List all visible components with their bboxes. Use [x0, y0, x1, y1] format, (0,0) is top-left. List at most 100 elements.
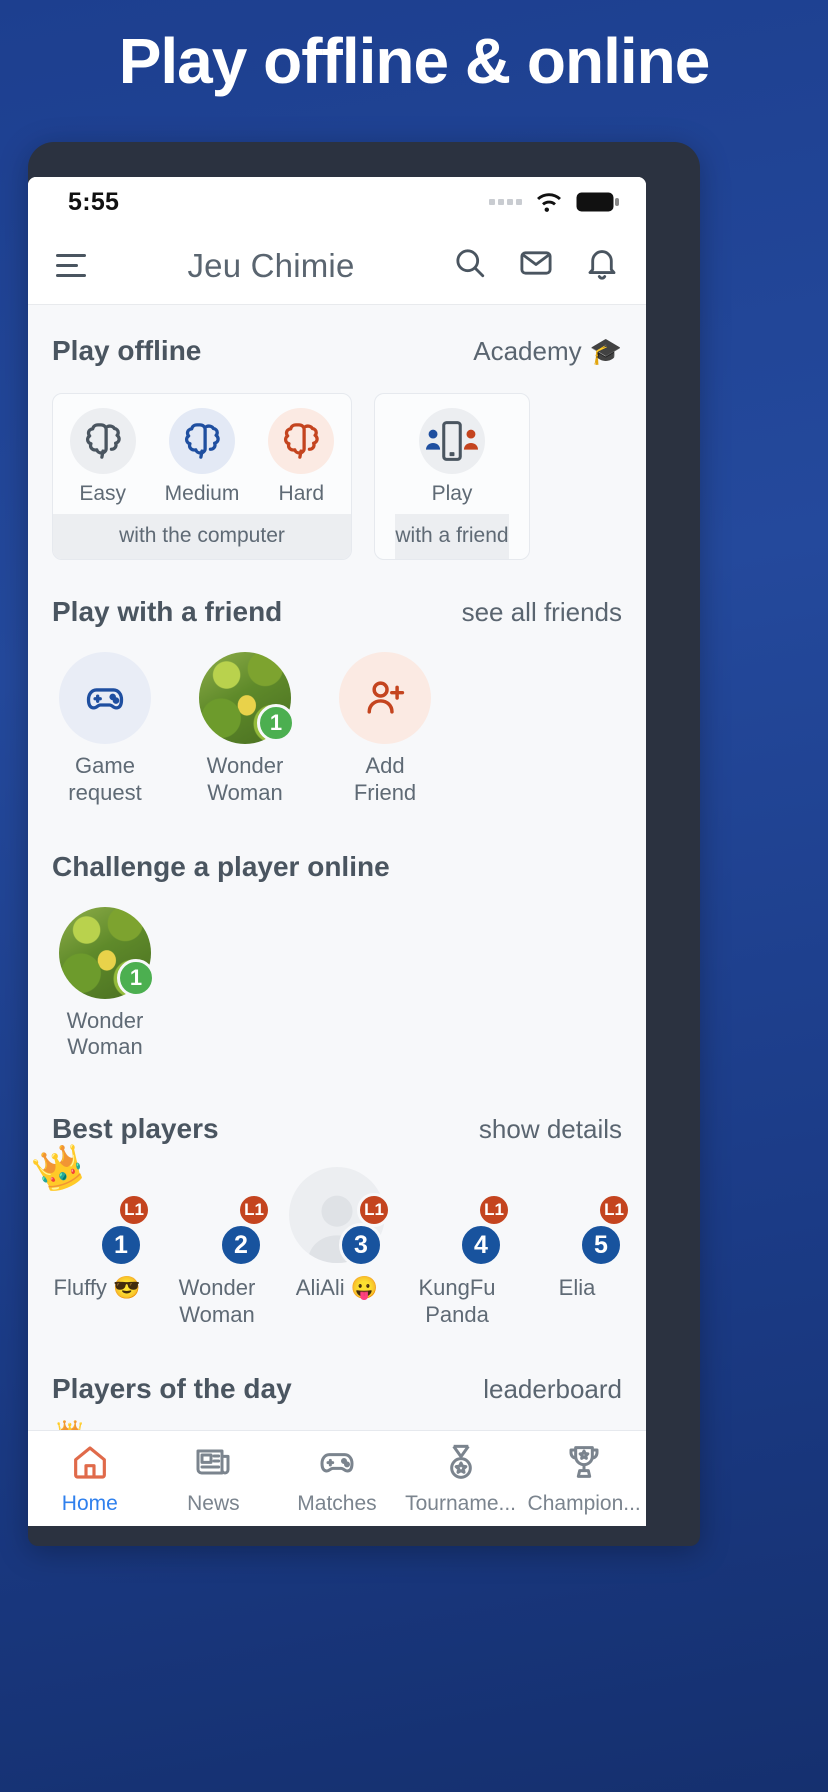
avatar: L1 4: [409, 1167, 511, 1268]
avatar: 1: [199, 652, 295, 744]
play-offline-title: Play offline: [52, 335, 202, 366]
best-player-5[interactable]: L1 5 Elia: [526, 1167, 631, 1329]
best-player-name-line1: KungFu: [418, 1275, 496, 1301]
difficulty-easy[interactable]: Easy: [53, 408, 152, 506]
nav-item-tournaments[interactable]: Tourname...: [399, 1442, 523, 1516]
difficulty-easy-label: Easy: [79, 482, 126, 505]
difficulty-medium-label: Medium: [164, 482, 240, 505]
leaderboard-link[interactable]: leaderboard: [483, 1374, 622, 1405]
nav-item-championships[interactable]: Champion...: [522, 1442, 646, 1516]
promo-headline: Play offline & online: [118, 25, 711, 97]
friend-name-line2: Friend: [353, 779, 417, 805]
app-bar-actions: [452, 245, 620, 286]
graduation-cap-icon: 🎓: [589, 336, 622, 366]
friend-name-line1: Add: [365, 753, 405, 778]
friend-option: Play: [419, 394, 485, 514]
rank-badge: 1: [99, 1223, 143, 1268]
phone-screen: 5:55 Jeu Chimie Play offline Academy 🎓 E…: [28, 177, 646, 1526]
friend-name-line1: Game: [75, 753, 135, 778]
level-badge: L1: [357, 1193, 391, 1228]
brain-icon: [168, 408, 235, 474]
gamepad-icon: [59, 652, 151, 744]
nav-label-championships: Champion...: [527, 1491, 641, 1515]
best-player-name: Elia: [558, 1275, 596, 1301]
best-player-name-line2: Panda: [425, 1302, 489, 1328]
friend-name-line1: Wonder: [206, 753, 284, 778]
wifi-icon: [534, 191, 564, 213]
best-player-name: AliAli 😛: [295, 1275, 379, 1301]
play-with-friend-card[interactable]: Play with a friend: [374, 393, 530, 560]
play-with-friend-title: Play with a friend: [52, 596, 283, 627]
status-time: 5:55: [68, 187, 120, 216]
two-players-phone-icon: [419, 408, 485, 474]
avatar: L1 3: [289, 1167, 391, 1268]
friend-name: Add Friend: [354, 753, 416, 807]
rank-badge: 4: [459, 1223, 503, 1268]
play-with-computer-card[interactable]: Easy Medium Hard with the computer: [52, 393, 352, 560]
nav-label-news: News: [187, 1491, 240, 1515]
players-of-the-day-header: Players of the day leaderboard: [28, 1373, 646, 1405]
nav-item-matches[interactable]: Matches: [275, 1442, 399, 1516]
mail-icon[interactable]: [518, 245, 554, 286]
academy-label: Academy: [473, 336, 582, 366]
bell-icon[interactable]: [584, 245, 620, 286]
best-player-1[interactable]: 👑 L1 1 Fluffy 😎: [29, 1140, 151, 1329]
friend-add-friend[interactable]: Add Friend: [332, 652, 438, 807]
nav-label-matches: Matches: [297, 1491, 377, 1515]
best-player-4[interactable]: L1 4 KungFu Panda: [406, 1167, 511, 1329]
play-label: Play: [431, 482, 473, 505]
app-bar: Jeu Chimie: [28, 227, 646, 305]
best-player-2[interactable]: L1 2 Wonder Woman: [166, 1167, 271, 1329]
best-player-name-line2: Woman: [179, 1302, 255, 1328]
play-with-friend-option[interactable]: Play: [419, 408, 485, 506]
level-badge: L1: [597, 1193, 631, 1228]
online-badge: 1: [117, 958, 155, 997]
see-all-friends-link[interactable]: see all friends: [462, 597, 622, 628]
challenge-online-header: Challenge a player online: [28, 851, 646, 883]
nav-item-news[interactable]: News: [152, 1442, 276, 1516]
best-player-name: Fluffy 😎: [53, 1275, 141, 1301]
rank-badge: 2: [219, 1223, 263, 1268]
difficulty-medium[interactable]: Medium: [152, 408, 251, 506]
avatar: L1 2: [169, 1167, 271, 1268]
signal-dots-icon: [489, 199, 522, 205]
best-players-header: Best players show details: [28, 1113, 646, 1145]
difficulty-hard[interactable]: Hard: [252, 408, 351, 506]
status-indicators: [489, 191, 620, 213]
medal-icon: [441, 1442, 481, 1487]
news-icon: [193, 1442, 233, 1487]
gamepad-icon: [317, 1442, 357, 1487]
avatar: L1 5: [529, 1167, 631, 1268]
friend-name: Wonder Woman: [207, 753, 284, 807]
friend-game-request[interactable]: Game request: [52, 652, 158, 807]
level-badge: L1: [477, 1193, 511, 1228]
best-player-3[interactable]: L1 3 AliAli 😛: [286, 1167, 391, 1329]
academy-link[interactable]: Academy 🎓: [473, 336, 622, 367]
main-content[interactable]: Play offline Academy 🎓 Easy Medium Hard …: [28, 305, 646, 1430]
brain-icon: [268, 408, 335, 474]
best-player-name: Wonder Woman: [179, 1275, 256, 1329]
online-player-wonder-woman[interactable]: 1 Wonder Woman: [52, 906, 158, 1062]
difficulty-options: Easy Medium Hard: [53, 394, 351, 514]
friends-row: Game request 1 Wonder Woman Add Friend: [28, 652, 646, 807]
nav-item-home[interactable]: Home: [28, 1442, 152, 1516]
avatar: [59, 652, 151, 744]
friend-wonder-woman[interactable]: 1 Wonder Woman: [192, 652, 298, 807]
online-player-name-line1: Wonder: [66, 1007, 144, 1033]
level-badge: L1: [237, 1193, 271, 1228]
hamburger-menu-icon[interactable]: [52, 254, 96, 277]
add-person-icon: [339, 652, 431, 744]
search-icon[interactable]: [452, 245, 488, 286]
best-players-title: Best players: [52, 1113, 219, 1145]
best-player-name: KungFu Panda: [418, 1275, 495, 1329]
avatar: 1: [59, 906, 155, 999]
difficulty-hard-label: Hard: [278, 482, 325, 505]
online-player-name: Wonder Woman: [67, 1008, 144, 1062]
app-title: Jeu Chimie: [187, 246, 355, 284]
battery-full-icon: [576, 191, 620, 213]
avatar: [339, 652, 431, 744]
unread-badge: 1: [257, 704, 295, 742]
level-badge: L1: [117, 1193, 151, 1228]
show-details-link[interactable]: show details: [479, 1114, 622, 1145]
play-with-friend-header: Play with a friend see all friends: [28, 596, 646, 628]
